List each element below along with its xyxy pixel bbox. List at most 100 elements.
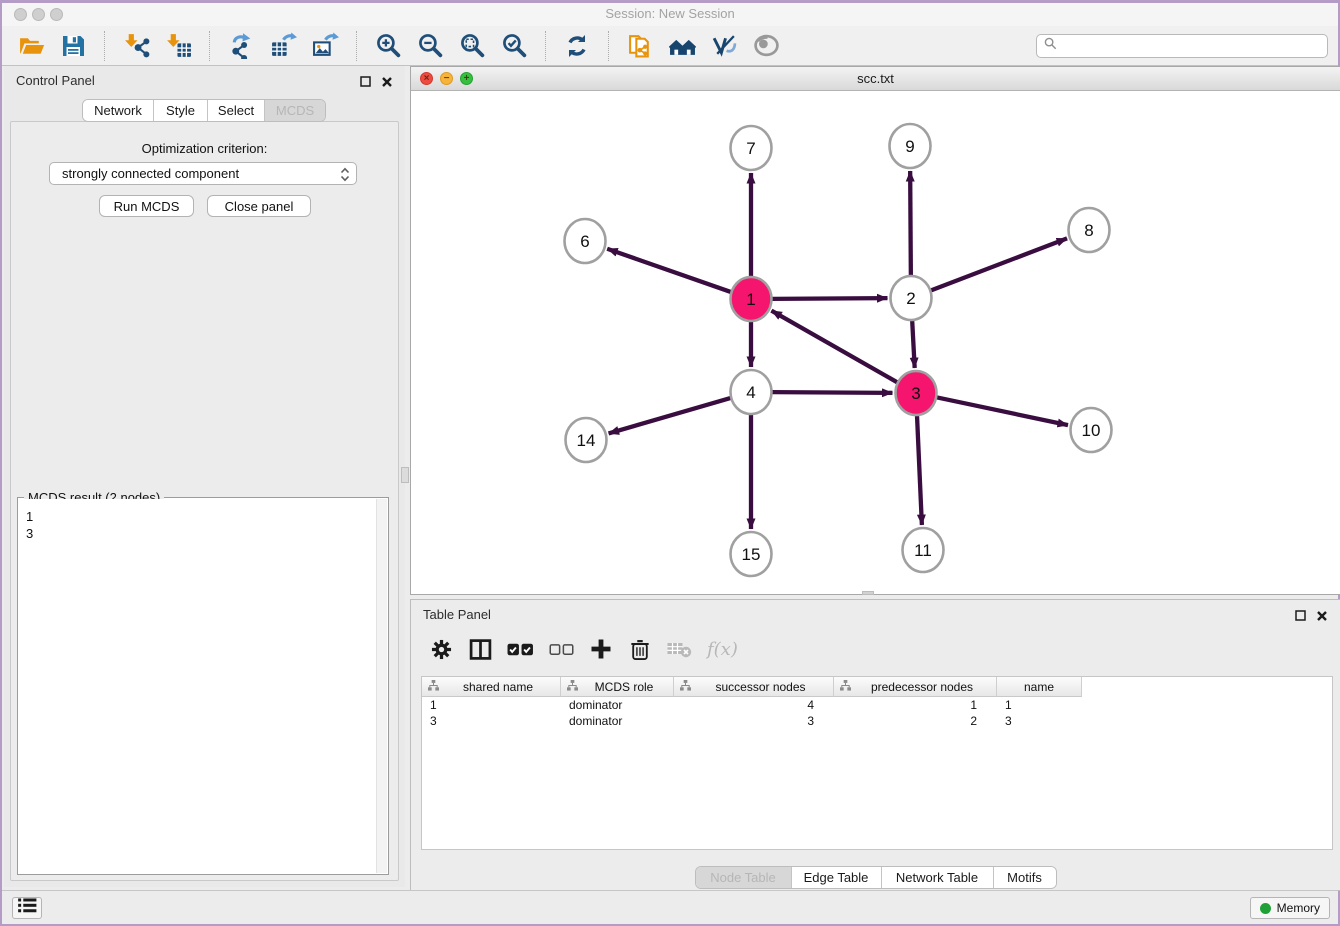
export-network-icon[interactable] [226,32,256,60]
run-mcds-button[interactable]: Run MCDS [99,195,194,217]
float-table-panel-icon[interactable] [1295,608,1306,626]
list-icon [18,898,37,918]
memory-button[interactable]: Memory [1250,897,1330,919]
tab-select[interactable]: Select [208,100,265,121]
svg-text:15: 15 [742,545,761,564]
gear-icon[interactable] [429,639,453,660]
svg-text:14: 14 [577,431,596,450]
column-header-name[interactable]: name [997,677,1082,697]
edge-4-3[interactable] [772,392,892,393]
edge-4-14[interactable] [609,398,731,433]
task-history-button[interactable] [12,897,42,919]
hide-vizmap-icon[interactable] [709,32,739,60]
first-neighbors-icon[interactable] [667,32,697,60]
canvas-resize-handle[interactable] [862,591,874,595]
import-table-icon[interactable] [163,32,193,60]
criterion-dropdown[interactable]: strongly connected component [49,162,357,185]
open-file-icon[interactable] [16,32,46,60]
tree-icon [840,680,851,694]
node-10[interactable]: 10 [1071,408,1112,452]
node-1[interactable]: 1 [731,277,772,321]
tree-icon [567,680,578,694]
column-header-predecessor-nodes[interactable]: predecessor nodes [834,677,997,697]
tab-style[interactable]: Style [154,100,208,121]
network-canvas[interactable]: 7 9 6 8 1 2 4 3 14 10 15 11 [411,91,1340,594]
column-header-shared-name[interactable]: shared name [422,677,561,697]
tab-network[interactable]: Network [83,100,154,121]
network-window-titlebar[interactable]: × − + scc.txt [411,67,1340,91]
svg-text:1: 1 [746,290,755,309]
tab-node-table[interactable]: Node Table [696,867,792,888]
table-row[interactable]: 1dominator411 [422,697,1332,713]
node-6[interactable]: 6 [565,219,606,263]
table-type-tabs: Node TableEdge TableNetwork TableMotifs [695,866,1057,889]
search-input[interactable] [1062,36,1327,56]
column-label: successor nodes [691,680,830,694]
node-8[interactable]: 8 [1069,208,1110,252]
table-row[interactable]: 3dominator323 [422,713,1332,729]
delete-table-icon [667,640,692,658]
node-11[interactable]: 11 [903,528,944,572]
toolbar-separator [356,31,357,61]
zoom-fit-icon[interactable] [457,32,487,60]
zoom-in-icon[interactable] [373,32,403,60]
float-panel-icon[interactable] [360,74,371,92]
svg-text:6: 6 [580,232,589,251]
edge-3-11[interactable] [917,416,922,525]
import-network-icon[interactable] [121,32,151,60]
node-3[interactable]: 3 [896,371,937,415]
edge-2-3[interactable] [912,321,914,368]
zoom-selected-icon[interactable] [499,32,529,60]
node-14[interactable]: 14 [566,418,607,462]
tree-icon [428,680,439,694]
table-panel-title: Table Panel [423,607,491,622]
tab-network-table[interactable]: Network Table [882,867,994,888]
tab-mcds[interactable]: MCDS [265,100,325,121]
panel-splitter-handle[interactable] [401,467,409,483]
edge-1-6[interactable] [607,249,731,292]
node-2[interactable]: 2 [891,276,932,320]
zoom-out-icon[interactable] [415,32,445,60]
export-table-icon[interactable] [268,32,298,60]
search-box[interactable] [1036,34,1328,58]
edge-2-8[interactable] [931,238,1067,290]
edge-3-1[interactable] [771,311,897,383]
save-icon[interactable] [58,32,88,60]
node-15[interactable]: 15 [731,532,772,576]
close-panel-button[interactable]: Close panel [207,195,311,217]
svg-text:10: 10 [1082,421,1101,440]
mcds-result-list[interactable]: 13 [19,499,387,873]
mcds-result-group: MCDS result (2 nodes) 13 [17,497,389,875]
deselect-all-icon[interactable] [549,642,574,657]
network-window-title: scc.txt [411,71,1340,86]
refresh-icon[interactable] [562,32,592,60]
tab-motifs[interactable]: Motifs [994,867,1056,888]
node-9[interactable]: 9 [890,124,931,168]
close-table-panel-icon[interactable] [1317,608,1327,626]
column-header-successor-nodes[interactable]: successor nodes [674,677,834,697]
cell-shared-name: 3 [422,713,561,729]
add-row-icon[interactable] [589,638,613,660]
show-eye-icon[interactable] [751,32,781,60]
node-4[interactable]: 4 [731,370,772,414]
node-7[interactable]: 7 [731,126,772,170]
result-scrollbar[interactable] [376,499,387,873]
edge-1-2[interactable] [772,298,887,299]
toolbar-separator [104,31,105,61]
split-view-icon[interactable] [468,638,492,661]
export-image-icon[interactable] [310,32,340,60]
cell-name: 1 [997,697,1082,713]
delete-row-icon[interactable] [628,638,652,661]
edge-3-10[interactable] [937,397,1068,425]
column-label: predecessor nodes [851,680,993,694]
column-header-MCDS-role[interactable]: MCDS role [561,677,674,697]
memory-label: Memory [1277,901,1320,915]
clone-network-icon[interactable] [625,32,655,60]
tab-edge-table[interactable]: Edge Table [792,867,882,888]
select-all-icon[interactable] [507,641,534,658]
cell-shared-name: 1 [422,697,561,713]
control-panel-title: Control Panel [16,73,95,88]
edge-2-9[interactable] [910,171,911,275]
result-node-id: 1 [26,508,387,525]
close-panel-icon[interactable] [382,74,392,92]
